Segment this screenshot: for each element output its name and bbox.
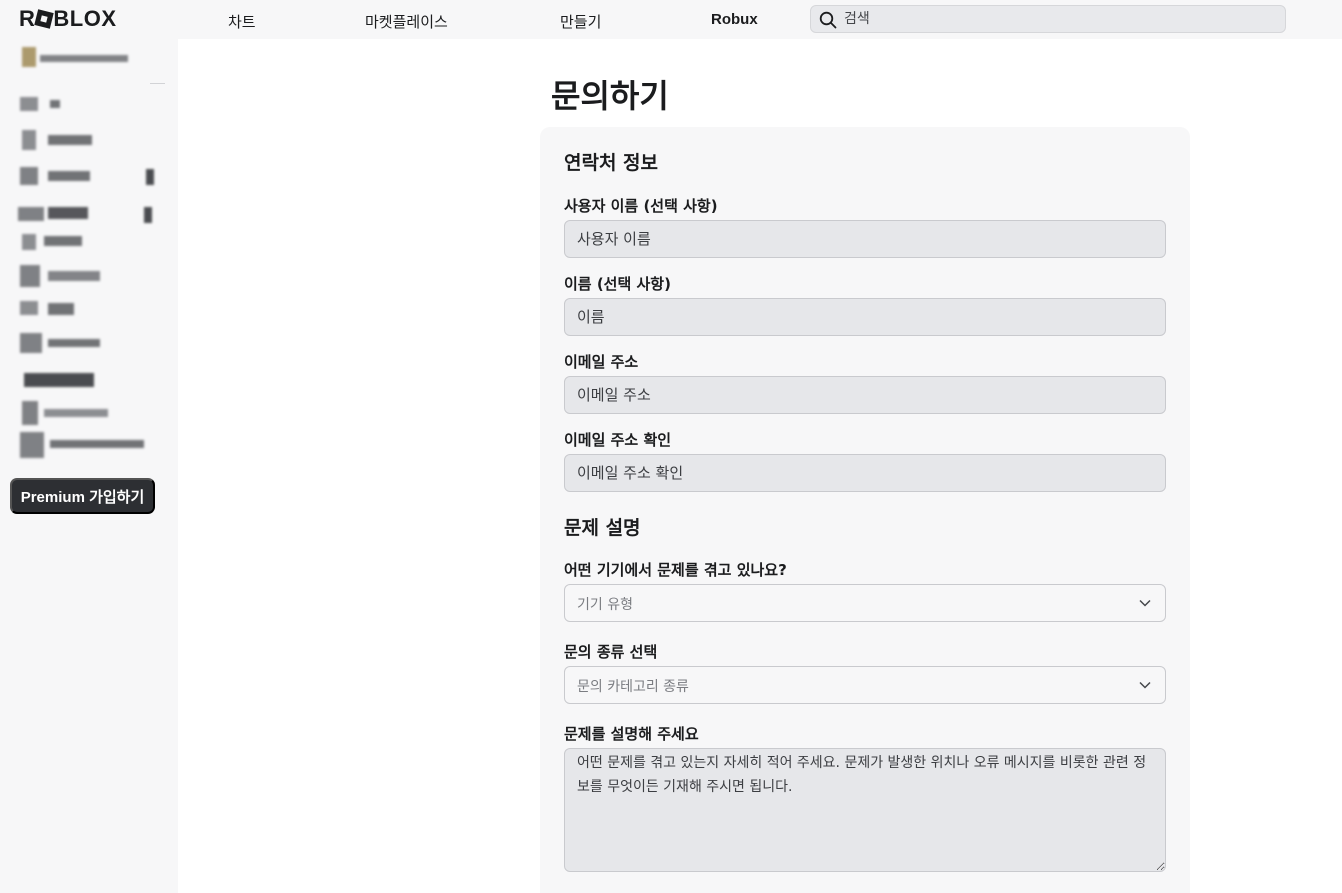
device-type-select[interactable]: 기기 유형	[564, 584, 1166, 622]
sidebar-item-trade-redacted[interactable]	[18, 299, 82, 319]
chevron-down-icon	[1139, 681, 1151, 689]
sidebar-item-avatar-redacted[interactable]	[18, 232, 88, 252]
inquiry-category-select[interactable]: 문의 카테고리 종류	[564, 666, 1166, 704]
device-type-selected-value: 기기 유형	[577, 597, 633, 613]
sidebar-user-profile-redacted[interactable]	[20, 47, 130, 67]
email-confirm-input[interactable]	[564, 454, 1166, 492]
search-icon	[819, 11, 837, 29]
email-confirm-label: 이메일 주소 확인	[564, 431, 672, 449]
premium-signup-button[interactable]: Premium 가입하기	[10, 478, 155, 514]
nav-create-link[interactable]: 만들기	[560, 11, 601, 32]
chevron-down-icon	[1139, 599, 1151, 607]
sidebar-item-groups-redacted[interactable]	[18, 331, 108, 355]
username-label: 사용자 이름 (선택 사항)	[564, 197, 718, 215]
category-label: 문의 종류 선택	[564, 643, 658, 661]
contact-form-card: 연락처 정보 사용자 이름 (선택 사항) 이름 (선택 사항) 이메일 주소 …	[540, 127, 1190, 893]
name-input[interactable]	[564, 298, 1166, 336]
sidebar-item-blog-redacted[interactable]	[22, 371, 98, 389]
sidebar-item-messages-redacted[interactable]	[18, 165, 158, 187]
description-textarea[interactable]	[564, 748, 1166, 872]
roblox-logo[interactable]: R BLOX	[19, 6, 117, 31]
sidebar-item-friends-redacted[interactable]	[16, 203, 158, 225]
sidebar-item-home-redacted[interactable]	[18, 95, 68, 113]
device-label: 어떤 기기에서 문제를 겪고 있나요?	[564, 561, 787, 579]
contact-info-section-title: 연락처 정보	[564, 152, 659, 174]
email-label: 이메일 주소	[564, 353, 639, 371]
top-navigation-bar: R BLOX 차트 마켓플레이스 만들기 Robux	[0, 0, 1342, 39]
logo-letters-blox: BLOX	[53, 6, 117, 31]
logo-letter-r: R	[19, 6, 36, 31]
page-title: 문의하기	[551, 77, 669, 115]
search-box[interactable]	[810, 5, 1286, 33]
logo-tilted-square	[34, 9, 55, 29]
sidebar-item-store-redacted[interactable]	[20, 401, 112, 425]
sidebar-item-inventory-redacted[interactable]	[18, 265, 108, 287]
name-label: 이름 (선택 사항)	[564, 275, 671, 293]
username-input[interactable]	[564, 220, 1166, 258]
sidebar-item-gift-cards-redacted[interactable]	[18, 432, 148, 458]
sidebar-divider	[150, 83, 165, 84]
search-input[interactable]	[844, 8, 1274, 30]
left-sidebar: Premium 가입하기	[0, 39, 178, 893]
sidebar-item-profile-redacted[interactable]	[18, 130, 98, 150]
email-input[interactable]	[564, 376, 1166, 414]
problem-section-title: 문제 설명	[564, 517, 641, 539]
nav-charts-link[interactable]: 차트	[228, 11, 256, 32]
inquiry-category-selected-value: 문의 카테고리 종류	[577, 679, 689, 695]
nav-marketplace-link[interactable]: 마켓플레이스	[365, 11, 448, 32]
description-label: 문제를 설명해 주세요	[564, 725, 699, 743]
nav-robux-link[interactable]: Robux	[711, 11, 758, 28]
